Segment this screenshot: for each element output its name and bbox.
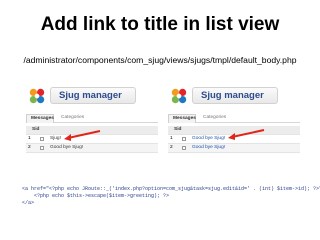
row-checkbox[interactable] — [40, 137, 44, 141]
table-row: 2 Good bye Sjug! — [26, 144, 158, 153]
screenshot-after: Sjug manager Messages Categories Sid 1 G… — [164, 84, 304, 176]
row-number: 1 — [170, 136, 173, 141]
column-header[interactable]: Sid — [32, 126, 39, 134]
tab-messages[interactable]: Messages — [26, 114, 54, 123]
red-arrow-icon — [228, 129, 265, 140]
row-greeting-link[interactable]: Good bye Sjug! — [192, 144, 225, 152]
row-number: 1 — [28, 136, 31, 141]
table-row: 2 Good bye Sjug! — [168, 144, 300, 153]
joomla-logo-icon — [171, 88, 187, 104]
row-checkbox[interactable] — [182, 146, 186, 150]
row-greeting: Sjug! — [50, 136, 61, 141]
code-line: <a href="<?php echo JRoute::_('index.php… — [22, 186, 320, 192]
slide-title: Add link to title in list view — [40, 14, 280, 35]
screenshot-before: Sjug manager Messages Categories Sid 1 S… — [22, 84, 162, 176]
tab-bar: Messages Categories — [168, 114, 300, 123]
row-checkbox[interactable] — [182, 137, 186, 141]
column-header[interactable]: Sid — [174, 126, 181, 134]
row-greeting-link[interactable]: Good bye Sjug! — [192, 135, 225, 143]
app-header: Sjug manager — [22, 84, 162, 108]
file-path: /administrator/components/com_sjug/views… — [23, 55, 297, 65]
tab-bar: Messages Categories — [26, 114, 158, 123]
tab-categories[interactable]: Categories — [199, 114, 229, 123]
code-snippet: <a href="<?php echo JRoute::_('index.php… — [22, 186, 320, 206]
joomla-logo-icon — [29, 88, 45, 104]
tab-categories[interactable]: Categories — [57, 114, 87, 123]
app-title: Sjug manager — [192, 87, 278, 104]
app-header: Sjug manager — [164, 84, 304, 108]
row-number: 2 — [170, 145, 173, 150]
tab-messages[interactable]: Messages — [168, 114, 196, 123]
red-arrow-icon — [64, 130, 101, 141]
code-line: <?php echo $this->escape($item->greeting… — [22, 192, 170, 199]
row-greeting: Good bye Sjug! — [50, 145, 84, 150]
row-checkbox[interactable] — [40, 146, 44, 150]
code-line: </a> — [22, 199, 35, 206]
row-number: 2 — [28, 145, 31, 150]
app-title: Sjug manager — [50, 87, 136, 104]
